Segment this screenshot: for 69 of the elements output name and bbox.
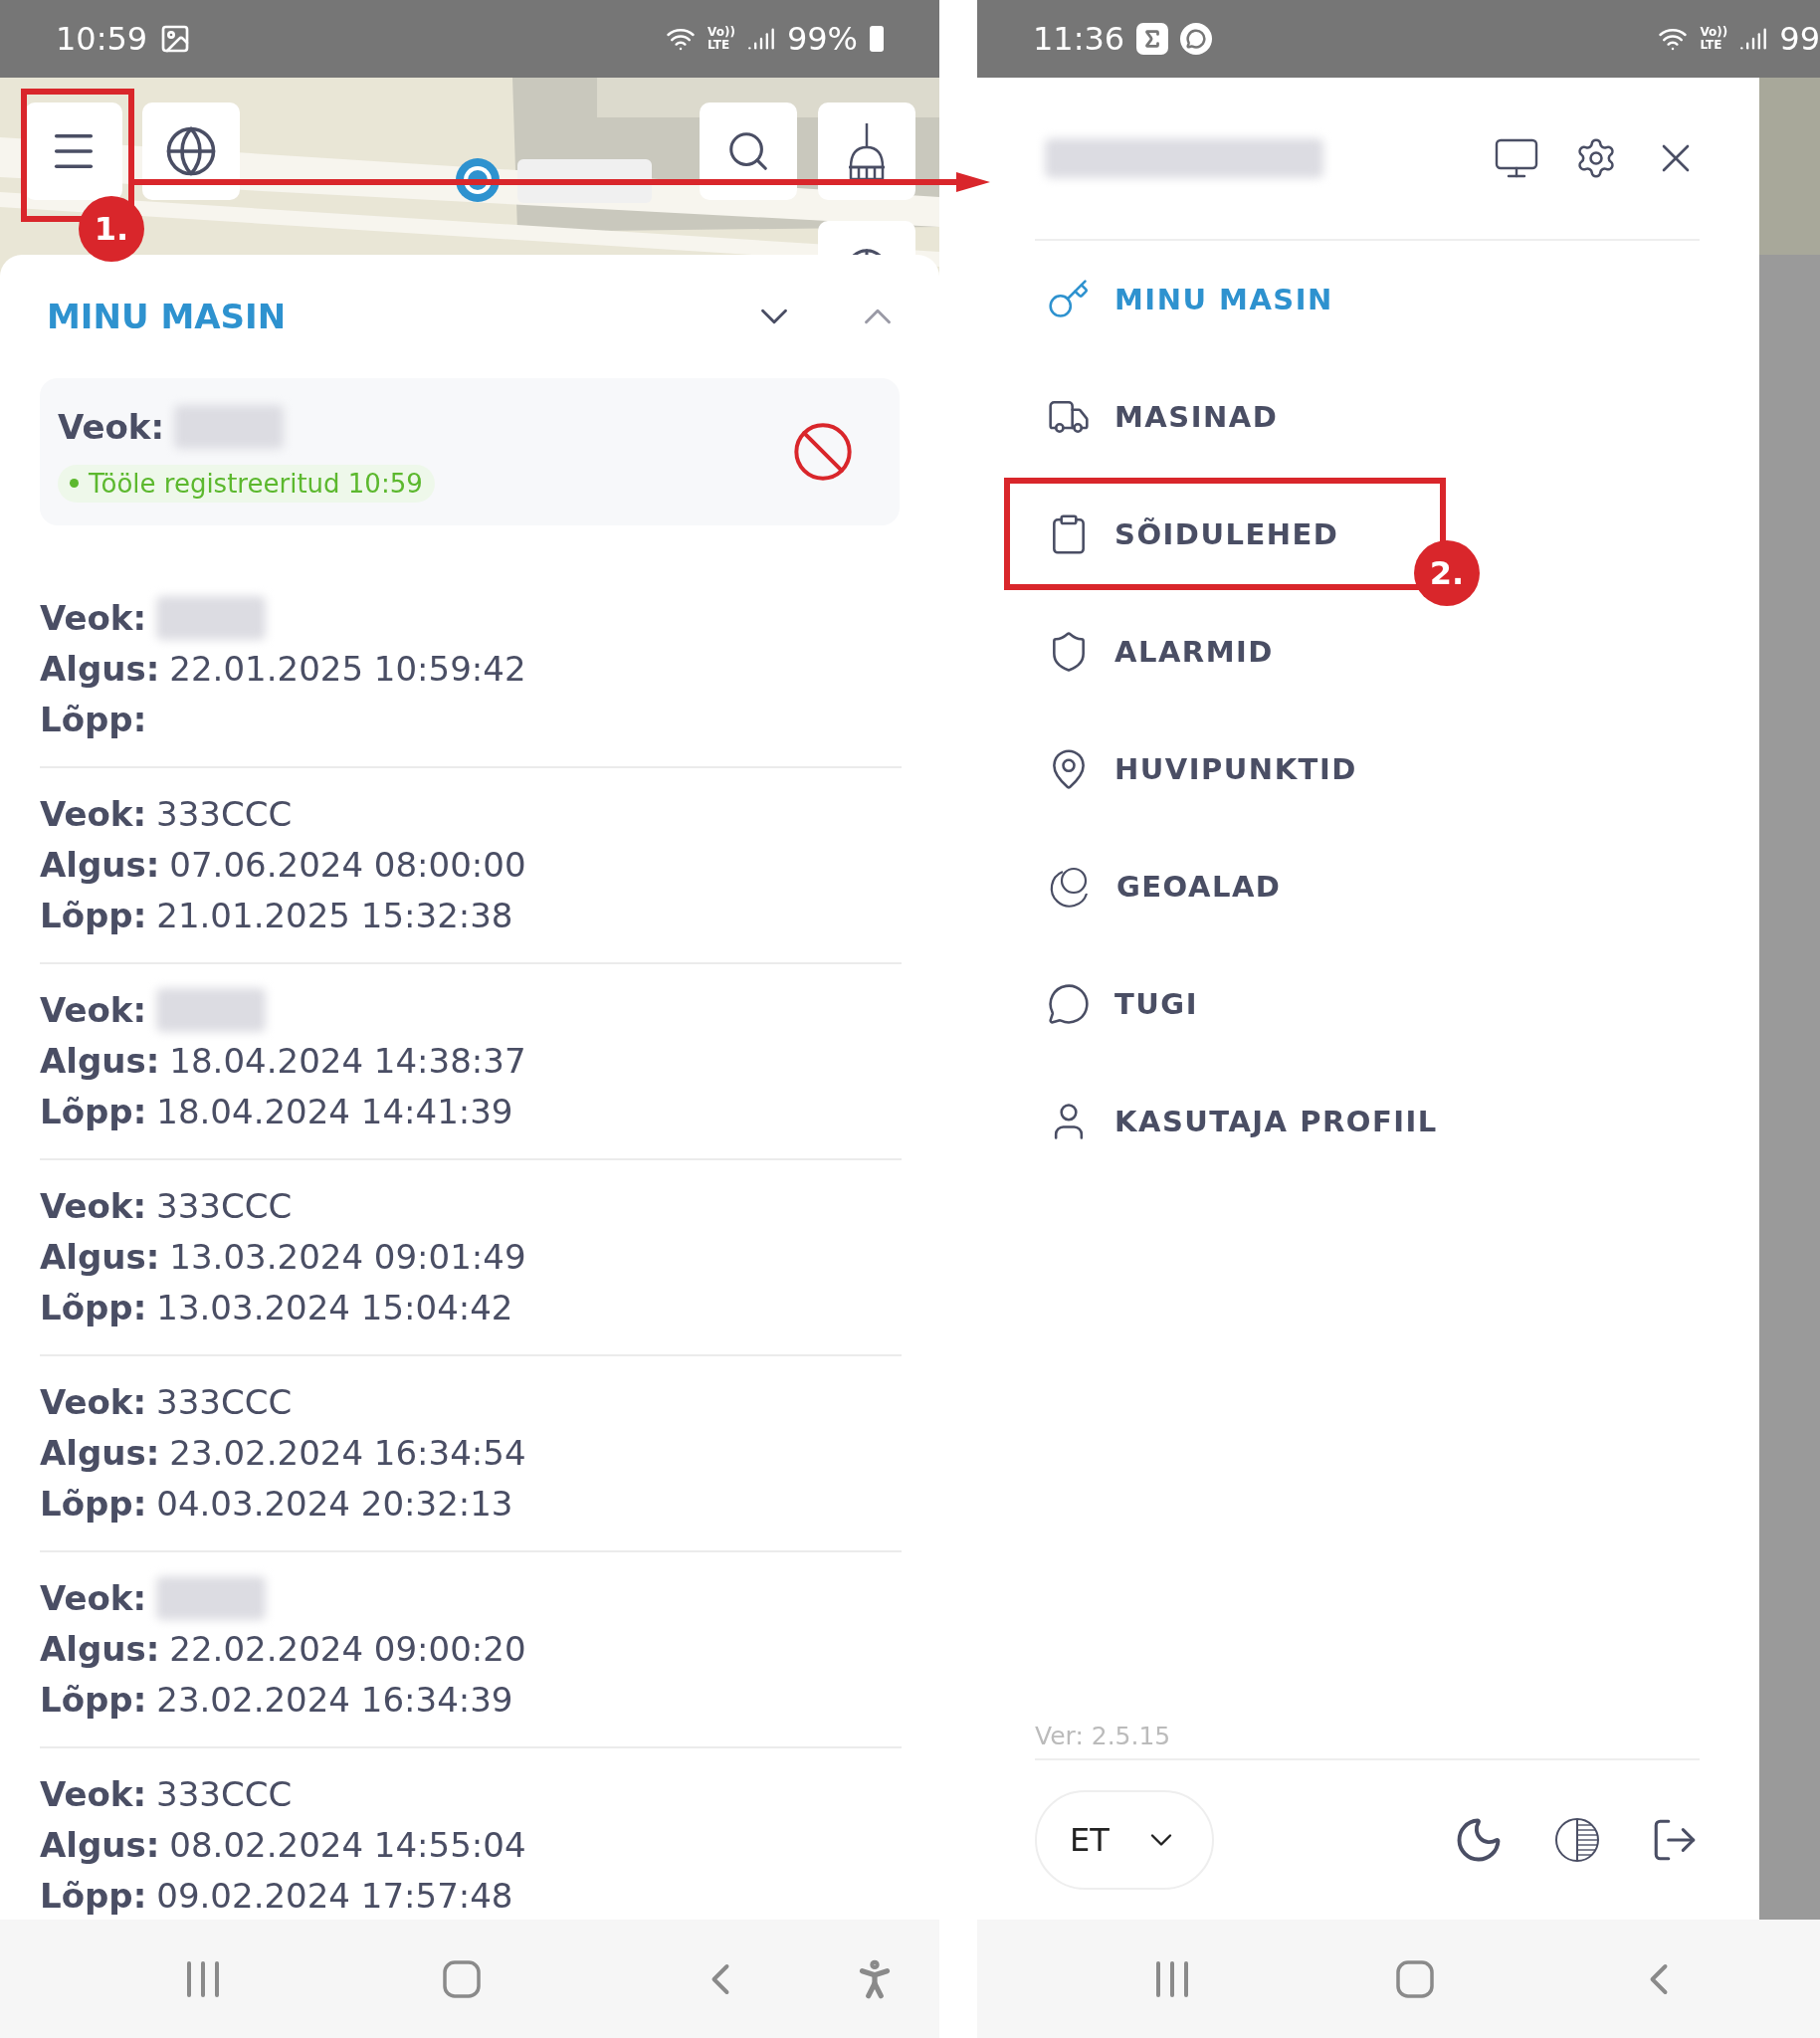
field-label: Algus:	[40, 1236, 160, 1277]
field-label: Veok:	[40, 989, 147, 1030]
menu-item[interactable]: TUGI	[1035, 945, 1198, 1063]
field-label: Veok:	[40, 1381, 147, 1422]
volte-indicator: Vo)) LTE	[708, 26, 735, 52]
home-icon[interactable]	[1395, 1958, 1436, 1999]
field-label: Lõpp:	[40, 1483, 147, 1524]
field-value: 22.02.2024 09:00:20	[169, 1628, 526, 1669]
field-value: 18.04.2024 14:41:39	[156, 1091, 513, 1131]
menu-item[interactable]: ALARMID	[1035, 593, 1274, 711]
chat-bubble-icon	[1047, 982, 1091, 1026]
field-value: 07.06.2024 08:00:00	[169, 844, 526, 885]
volte-indicator: Vo)) LTE	[1700, 26, 1728, 52]
field-label: Veok:	[58, 407, 165, 447]
status-badge: Tööle registreeritud 10:59	[58, 464, 435, 503]
field-value: 333CCC	[156, 793, 293, 834]
status-time: 11:36	[1033, 20, 1125, 58]
field-label: Veok:	[40, 793, 147, 834]
field-label: Algus:	[40, 1628, 160, 1669]
prohibited-icon[interactable]	[791, 420, 855, 484]
messenger-icon	[1180, 23, 1213, 55]
field-label: Algus:	[40, 1824, 160, 1865]
battery-icon	[870, 26, 884, 52]
field-label: Algus:	[40, 1432, 160, 1473]
battery-percent: 99	[1779, 20, 1820, 58]
field-label: Algus:	[40, 648, 160, 689]
menu-button[interactable]	[25, 102, 122, 200]
field-label: Lõpp:	[40, 1091, 147, 1131]
field-label: Lõpp:	[40, 699, 147, 739]
field-label: Algus:	[40, 1040, 160, 1081]
sigma-icon	[1136, 23, 1169, 55]
field-value: 333CCC	[156, 1381, 293, 1422]
battery-percent: 99%	[786, 20, 858, 58]
field-label: Veok:	[40, 597, 147, 638]
field-label: Veok:	[40, 1577, 147, 1618]
field-value: 18.04.2024 14:38:37	[169, 1040, 526, 1081]
menu-item[interactable]: HUVIPUNKTID	[1035, 711, 1357, 828]
field-value: 08.02.2024 14:55:04	[169, 1824, 526, 1865]
search-button[interactable]	[700, 102, 797, 200]
field-value: 22.01.2025 10:59:42	[169, 648, 526, 689]
broom-button[interactable]	[818, 102, 915, 200]
field-label: Veok:	[40, 1185, 147, 1226]
field-value: 333CCC	[156, 1185, 293, 1226]
field-label: Lõpp:	[40, 1679, 147, 1720]
field-value: 23.02.2024 16:34:54	[169, 1432, 526, 1473]
menu-item[interactable]: KASUTAJA PROFIIL	[1035, 1063, 1438, 1180]
status-time: 10:59	[56, 20, 148, 58]
language-select[interactable]: ET	[1035, 1790, 1214, 1890]
contrast-icon[interactable]	[1552, 1815, 1602, 1865]
menu-item[interactable]: SÕIDULEHED	[1035, 476, 1339, 593]
field-value: 21.01.2025 15:32:38	[156, 895, 513, 935]
field-value: 23.02.2024 16:34:39	[156, 1679, 513, 1720]
field-value: 09.02.2024 17:57:48	[156, 1875, 513, 1916]
field-value: 13.03.2024 09:01:49	[169, 1236, 526, 1277]
home-icon[interactable]	[442, 1958, 482, 1999]
version-label: Ver: 2.5.15	[1035, 1722, 1172, 1752]
field-label: Lõpp:	[40, 1875, 147, 1916]
globe-icon	[164, 124, 218, 178]
field-value: 04.03.2024 20:32:13	[156, 1483, 513, 1524]
field-label: Veok:	[40, 1773, 147, 1814]
panel-title: MINU MASIN	[47, 297, 287, 336]
menu-item[interactable]: GEOALAD	[1035, 828, 1282, 945]
field-value: 13.03.2024 15:04:42	[156, 1287, 513, 1327]
globe-button[interactable]	[142, 102, 240, 200]
menu-item[interactable]: MASINAD	[1035, 358, 1279, 476]
field-value: 333CCC	[156, 1773, 293, 1814]
field-label: Algus:	[40, 844, 160, 885]
field-label: Lõpp:	[40, 895, 147, 935]
field-label: Lõpp:	[40, 1287, 147, 1327]
